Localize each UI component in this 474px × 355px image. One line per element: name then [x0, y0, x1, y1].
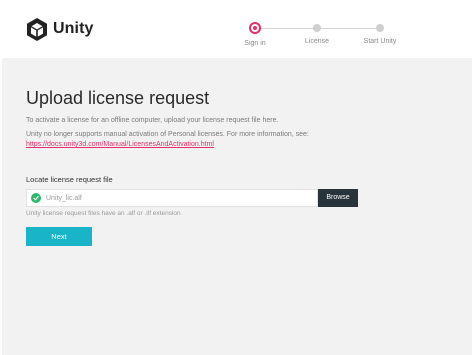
- step-start-unity: Start Unity: [350, 20, 410, 45]
- file-extension-hint: Unity license request files have an .alf…: [26, 210, 181, 217]
- step-label-license: License: [304, 38, 330, 45]
- header: Unity Sign in License Start Unity: [0, 0, 474, 58]
- progress-stepper: Sign in License Start Unity: [236, 20, 404, 52]
- step-sign-in: Sign in: [225, 20, 285, 47]
- page-title: Upload license request: [26, 88, 210, 108]
- unity-cube-icon: [27, 17, 47, 41]
- unity-logo[interactable]: Unity: [26, 16, 94, 42]
- file-input[interactable]: Unity_lic.alf: [26, 189, 318, 207]
- step-dot: [313, 24, 321, 32]
- active-step-dot: [249, 22, 261, 34]
- notice-text: Unity no longer supports manual activati…: [26, 131, 309, 138]
- main-panel: Upload license request To activate a lic…: [2, 58, 472, 355]
- next-button[interactable]: Next: [26, 227, 92, 246]
- step-license: License: [287, 20, 347, 45]
- browse-button[interactable]: Browse: [318, 189, 358, 207]
- selected-file-name: Unity_lic.alf: [46, 195, 82, 202]
- file-field-label: Locate license request file: [26, 175, 113, 184]
- unity-license-page: Unity Sign in License Start Unity Upload…: [0, 0, 474, 355]
- brand-name: Unity: [53, 20, 94, 37]
- step-dot: [376, 24, 384, 32]
- step-label-sign-in: Sign in: [244, 40, 266, 47]
- check-circle-icon: [31, 193, 41, 203]
- documentation-link[interactable]: https://docs.unity3d.com/Manual/Licenses…: [26, 141, 214, 148]
- description-text: To activate a license for an offline com…: [26, 117, 279, 124]
- step-label-start-unity: Start Unity: [363, 38, 397, 45]
